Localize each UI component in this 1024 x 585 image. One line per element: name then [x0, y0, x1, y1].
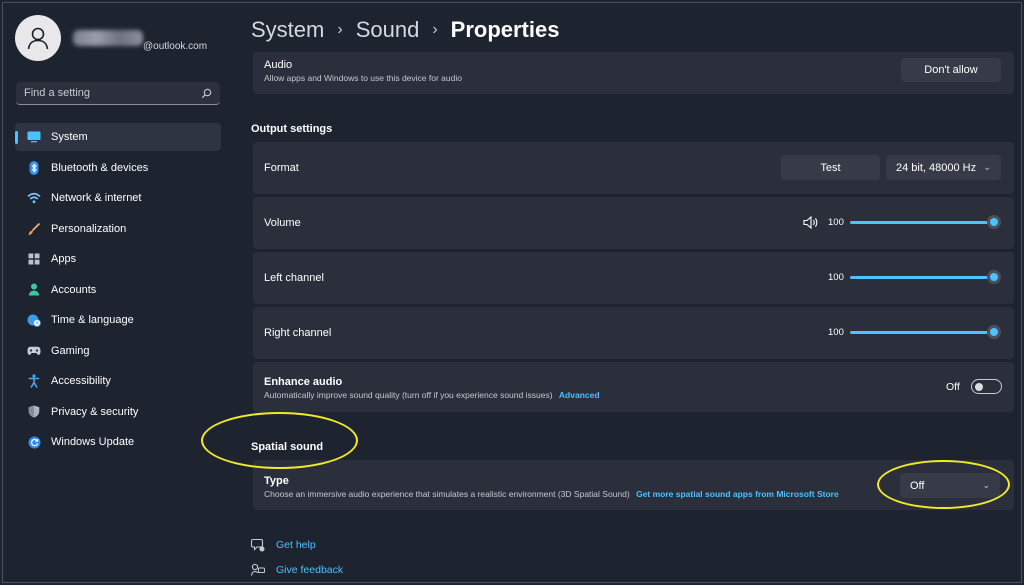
- sidebar-item-label: Time & language: [51, 314, 134, 326]
- volume-label: Volume: [264, 217, 301, 229]
- advanced-link[interactable]: Advanced: [559, 390, 600, 400]
- search-placeholder: Find a setting: [24, 87, 91, 99]
- volume-value: 100: [828, 217, 844, 228]
- microsoft-store-link[interactable]: Get more spatial sound apps from Microso…: [636, 489, 839, 499]
- format-label: Format: [264, 162, 299, 174]
- help-icon: [251, 538, 265, 552]
- account-email: @outlook.com: [143, 41, 208, 52]
- test-button[interactable]: Test: [781, 155, 880, 180]
- breadcrumb-sound[interactable]: Sound: [356, 17, 420, 43]
- highlight-spatial-sound: [201, 412, 358, 469]
- chevron-down-icon: ⌄: [983, 162, 991, 172]
- sidebar-nav: System Bluetooth & devices Network & int…: [15, 123, 221, 459]
- volume-card: Volume 100: [253, 197, 1014, 249]
- enhance-audio-toggle[interactable]: [971, 379, 1002, 394]
- format-card: Format Test 24 bit, 48000 Hz ⌄: [253, 142, 1014, 194]
- monitor-icon: [27, 130, 41, 144]
- sidebar-item-time-language[interactable]: Time & language: [15, 306, 221, 334]
- sidebar-item-label: System: [51, 131, 88, 143]
- shield-icon: [27, 405, 41, 419]
- left-channel-value: 100: [828, 272, 844, 283]
- breadcrumb: System › Sound › Properties: [251, 17, 559, 43]
- enhance-audio-card: Enhance audio Automatically improve soun…: [253, 362, 1014, 412]
- get-help-label: Get help: [276, 539, 316, 551]
- audio-subtitle: Allow apps and Windows to use this devic…: [264, 73, 462, 83]
- sidebar-item-label: Gaming: [51, 344, 90, 357]
- person-icon: [27, 27, 49, 50]
- globe-clock-icon: [27, 313, 41, 327]
- sidebar-item-label: Windows Update: [51, 436, 135, 448]
- left-channel-label: Left channel: [264, 272, 324, 284]
- dont-allow-button[interactable]: Don't allow: [901, 58, 1001, 82]
- left-channel-card: Left channel 100: [253, 252, 1014, 304]
- accessibility-icon: [27, 374, 41, 388]
- highlight-type-dropdown: [877, 460, 1010, 509]
- sidebar-item-accessibility[interactable]: Accessibility: [15, 367, 221, 395]
- volume-slider-track[interactable]: [850, 221, 990, 224]
- give-feedback-link[interactable]: Give feedback: [251, 563, 343, 577]
- enhance-audio-subtitle: Automatically improve sound quality (tur…: [264, 390, 600, 400]
- person-icon: [27, 283, 41, 297]
- breadcrumb-system[interactable]: System: [251, 17, 324, 43]
- right-channel-card: Right channel 100: [253, 307, 1014, 359]
- page-title: Properties: [450, 17, 560, 42]
- wifi-icon: [27, 191, 41, 205]
- volume-slider-thumb[interactable]: [987, 215, 1001, 229]
- brush-icon: [27, 222, 41, 236]
- sidebar-item-network[interactable]: Network & internet: [15, 184, 221, 212]
- sidebar-item-label: Accessibility: [51, 375, 111, 387]
- sidebar-item-label: Network & internet: [51, 192, 142, 204]
- right-channel-slider-thumb[interactable]: [987, 325, 1001, 339]
- sidebar-item-label: Accounts: [51, 283, 97, 296]
- sidebar-item-label: Apps: [51, 253, 77, 265]
- right-channel-value: 100: [828, 327, 844, 338]
- search-icon: [201, 88, 212, 98]
- sidebar-item-label: Personalization: [51, 222, 127, 235]
- update-icon: [27, 435, 41, 449]
- audio-title: Audio: [264, 59, 293, 71]
- feedback-icon: [251, 563, 265, 576]
- give-feedback-label: Give feedback: [276, 564, 344, 576]
- speaker-icon[interactable]: [803, 216, 819, 229]
- chevron-right-icon: ›: [337, 21, 343, 38]
- chevron-right-icon: ›: [432, 21, 438, 38]
- sidebar-item-accounts[interactable]: Accounts: [15, 276, 221, 304]
- spatial-type-subtitle: Choose an immersive audio experience tha…: [264, 489, 839, 499]
- settings-window: @outlook.com Find a setting System Bluet…: [2, 2, 1022, 583]
- sidebar-item-personalization[interactable]: Personalization: [15, 215, 221, 243]
- get-help-link[interactable]: Get help: [251, 538, 316, 552]
- bluetooth-icon: [27, 160, 41, 175]
- search-input[interactable]: Find a setting: [16, 82, 220, 105]
- right-channel-label: Right channel: [264, 327, 332, 339]
- output-settings-heading: Output settings: [251, 123, 333, 135]
- enhance-audio-title: Enhance audio: [264, 376, 343, 388]
- left-channel-slider-track[interactable]: [850, 276, 990, 279]
- sidebar-item-apps[interactable]: Apps: [15, 245, 221, 273]
- sidebar-item-label: Privacy & security: [51, 405, 139, 418]
- sidebar-item-system[interactable]: System: [15, 123, 221, 151]
- spatial-type-title: Type: [264, 475, 289, 487]
- enhance-audio-state: Off: [946, 381, 960, 393]
- sidebar-item-gaming[interactable]: Gaming: [15, 337, 221, 365]
- audio-card: Audio Allow apps and Windows to use this…: [253, 52, 1014, 94]
- sidebar-item-privacy-security[interactable]: Privacy & security: [15, 398, 221, 426]
- format-value: 24 bit, 48000 Hz: [896, 161, 977, 174]
- avatar[interactable]: [15, 15, 61, 61]
- right-channel-slider-track[interactable]: [850, 331, 990, 334]
- sidebar-item-windows-update[interactable]: Windows Update: [15, 428, 221, 456]
- account-name-blurred: [73, 30, 143, 46]
- sidebar-item-label: Bluetooth & devices: [51, 161, 149, 174]
- sidebar-item-bluetooth[interactable]: Bluetooth & devices: [15, 154, 221, 182]
- apps-icon: [27, 252, 41, 266]
- left-channel-slider-thumb[interactable]: [987, 270, 1001, 284]
- format-dropdown[interactable]: 24 bit, 48000 Hz ⌄: [886, 155, 1001, 180]
- gamepad-icon: [27, 344, 41, 358]
